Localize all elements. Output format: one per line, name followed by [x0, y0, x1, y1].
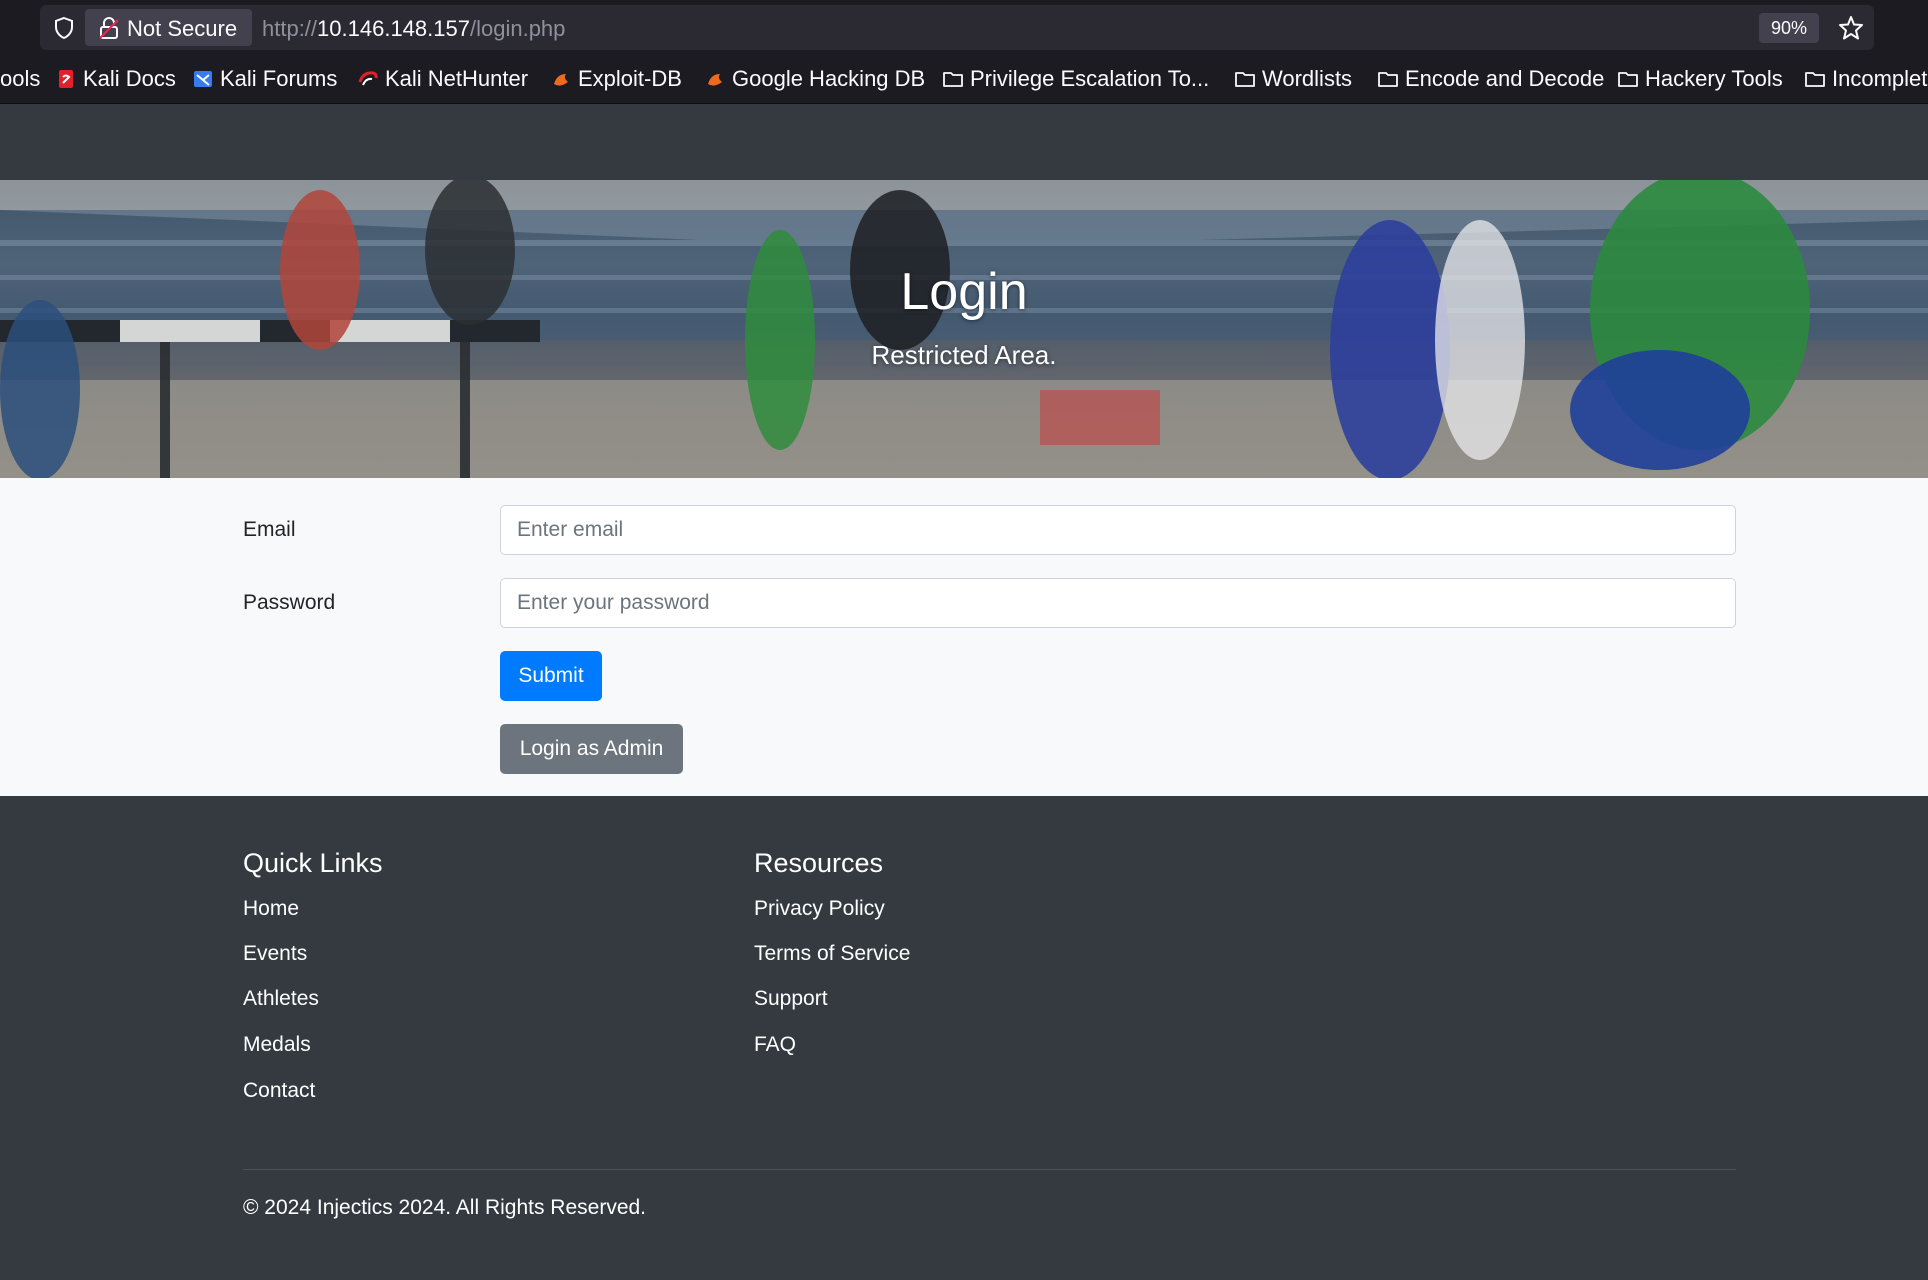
site-navbar — [0, 105, 1928, 180]
copyright-text: © 2024 Injectics 2024. All Rights Reserv… — [243, 1196, 647, 1219]
bookmark-label: Kali Docs — [83, 66, 176, 91]
bookmark-folder-encode-decode[interactable]: Encode and Decode — [1377, 66, 1604, 92]
footer-link-medals[interactable]: Medals — [243, 1033, 311, 1057]
folder-icon — [1378, 72, 1398, 87]
url-prefix: http:// — [262, 16, 318, 41]
login-form: Email Password — [0, 478, 1928, 796]
bookmark-exploit-db[interactable]: Exploit-DB — [550, 66, 682, 92]
bookmark-label: ools — [0, 66, 41, 91]
footer-link-privacy-policy[interactable]: Privacy Policy — [754, 897, 885, 921]
bookmark-label: Wordlists — [1262, 66, 1353, 91]
bookmark-star-icon[interactable] — [1837, 14, 1865, 42]
bookmark-label: Google Hacking DB — [732, 66, 926, 91]
footer-divider — [243, 1169, 1736, 1170]
quick-links-heading: Quick Links — [243, 848, 383, 878]
page-title: Login — [900, 263, 1028, 321]
bookmark-label: Exploit-DB — [578, 66, 682, 91]
site-security-button[interactable]: Not Secure — [85, 9, 252, 46]
password-label: Password — [243, 591, 336, 614]
bookmark-tools[interactable]: ools — [0, 66, 40, 92]
kali-docs-icon — [59, 70, 73, 88]
email-field[interactable] — [500, 505, 1736, 555]
bookmark-label: Kali NetHunter — [385, 66, 529, 91]
insecure-lock-icon — [99, 17, 119, 39]
bookmark-label: Incomplet — [1832, 66, 1928, 91]
bookmark-label: Privilege Escalation To... — [970, 66, 1210, 91]
security-label: Not Secure — [127, 16, 238, 41]
ghdb-icon — [708, 74, 722, 86]
bookmarks-toolbar: ools Kali Docs Kali Forums Kali NetHunte… — [0, 54, 1928, 104]
footer-link-support[interactable]: Support — [754, 987, 828, 1011]
bookmark-label: Hackery Tools — [1645, 66, 1783, 91]
stadium-athletes-image — [0, 180, 1928, 478]
site-footer: Quick Links Home Events Athletes Medals … — [0, 796, 1928, 1280]
footer-link-athletes[interactable]: Athletes — [243, 987, 319, 1011]
hero-banner: Login Restricted Area. — [0, 180, 1928, 478]
submit-button[interactable]: Submit — [500, 651, 602, 701]
folder-icon — [1618, 72, 1638, 87]
login-as-admin-button[interactable]: Login as Admin — [500, 724, 683, 774]
bookmark-google-hacking-db[interactable]: Google Hacking DB — [704, 66, 925, 92]
email-label: Email — [243, 518, 296, 541]
bookmark-folder-hackery-tools[interactable]: Hackery Tools — [1617, 66, 1783, 92]
password-field[interactable] — [500, 578, 1736, 628]
footer-link-events[interactable]: Events — [243, 942, 307, 966]
url-host: 10.146.148.157 — [317, 16, 470, 41]
browser-toolbar: Not Secure http://10.146.148.157/login.p… — [0, 0, 1928, 54]
footer-link-home[interactable]: Home — [243, 897, 299, 921]
bookmark-kali-docs[interactable]: Kali Docs — [55, 66, 176, 92]
footer-link-terms-of-service[interactable]: Terms of Service — [754, 942, 910, 966]
folder-icon — [1805, 72, 1825, 87]
resources-heading: Resources — [754, 848, 884, 878]
exploit-db-icon — [554, 74, 568, 86]
bookmark-folder-incomplete[interactable]: Incomplet — [1804, 66, 1927, 92]
url-path: /login.php — [469, 16, 566, 41]
folder-icon — [1235, 72, 1255, 87]
bookmark-folder-wordlists[interactable]: Wordlists — [1234, 66, 1352, 92]
shield-icon[interactable] — [52, 16, 76, 40]
bookmark-folder-privilege-escalation[interactable]: Privilege Escalation To... — [942, 66, 1209, 92]
address-bar[interactable]: Not Secure http://10.146.148.157/login.p… — [40, 5, 1874, 50]
kali-forums-icon — [194, 71, 212, 87]
bookmark-kali-nethunter[interactable]: Kali NetHunter — [357, 66, 528, 92]
zoom-level-button[interactable]: 90% — [1759, 13, 1819, 43]
bookmark-kali-forums[interactable]: Kali Forums — [192, 66, 337, 92]
url-text[interactable]: http://10.146.148.157/login.php — [262, 16, 565, 42]
bookmark-label: Encode and Decode — [1405, 66, 1605, 91]
footer-link-faq[interactable]: FAQ — [754, 1033, 796, 1057]
nethunter-icon — [358, 71, 378, 86]
folder-icon — [943, 72, 963, 87]
bookmark-label: Kali Forums — [220, 66, 338, 91]
footer-link-contact[interactable]: Contact — [243, 1079, 315, 1103]
page-subtitle: Restricted Area. — [871, 340, 1057, 370]
